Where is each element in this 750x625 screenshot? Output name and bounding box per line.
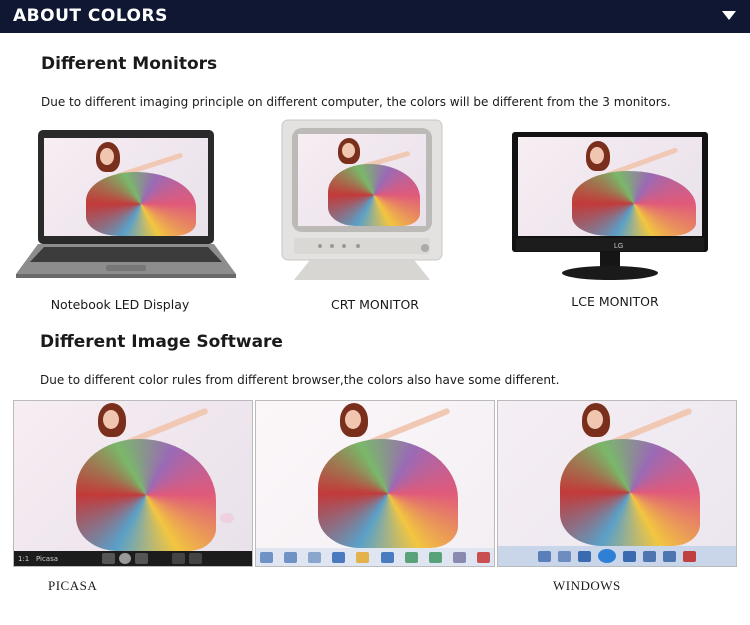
play-icon[interactable] [119,553,132,564]
actual-size-icon[interactable] [558,550,571,562]
delete-icon[interactable] [683,550,696,562]
zoom-out-icon[interactable] [260,551,273,563]
zoom-icon[interactable] [538,550,551,562]
next-icon[interactable] [380,551,394,563]
notebook-image [14,128,238,280]
fit-icon[interactable] [308,551,322,563]
delete-icon[interactable] [476,551,490,563]
next-icon[interactable] [135,553,149,564]
picasa-screenshot: 1:1 Picasa [13,400,253,567]
picasa-toolbar-label: 1:1 Picasa [18,554,59,563]
save-icon[interactable] [452,551,466,563]
lg-logo: LG [614,243,623,250]
rotate-left-icon[interactable] [404,551,418,563]
windows-caption: WINDOWS [553,578,621,593]
previous-icon[interactable] [102,553,116,564]
software-section-description: Due to different color rules from differ… [40,373,560,387]
rotate-left-icon[interactable] [643,550,656,562]
slideshow-icon[interactable] [356,551,370,563]
rotate-right-icon[interactable] [663,550,676,562]
picasa-toolbar: 1:1 Picasa [14,551,252,566]
lcd-monitor-image: LG [510,130,710,282]
monitors-section-description: Due to different imaging principle on di… [41,95,671,109]
notebook-caption: Notebook LED Display [50,297,190,312]
slideshow-icon[interactable] [598,549,616,563]
lcd-caption: LCE MONITOR [571,294,659,309]
previous-icon[interactable] [332,551,346,563]
zoom-icon[interactable] [189,553,203,564]
photo-viewer-screenshot [255,400,495,567]
software-section-title: Different Image Software [40,332,283,352]
previous-icon[interactable] [578,550,591,562]
zoom-in-icon[interactable] [284,551,298,563]
header-title: ABOUT COLORS [13,6,168,26]
crt-caption: CRT MONITOR [331,297,419,312]
windows-toolbar [498,546,736,566]
rotate-right-icon[interactable] [428,551,442,563]
header-bar: ABOUT COLORS [0,0,750,33]
monitors-section-title: Different Monitors [41,54,218,74]
rotate-icon[interactable] [172,553,186,564]
chevron-down-icon[interactable] [722,11,736,20]
crt-monitor-image [280,118,444,283]
picasa-caption: PICASA [48,578,98,593]
next-icon[interactable] [623,550,636,562]
windows-viewer-screenshot [497,400,737,567]
photo-viewer-toolbar [256,548,494,566]
